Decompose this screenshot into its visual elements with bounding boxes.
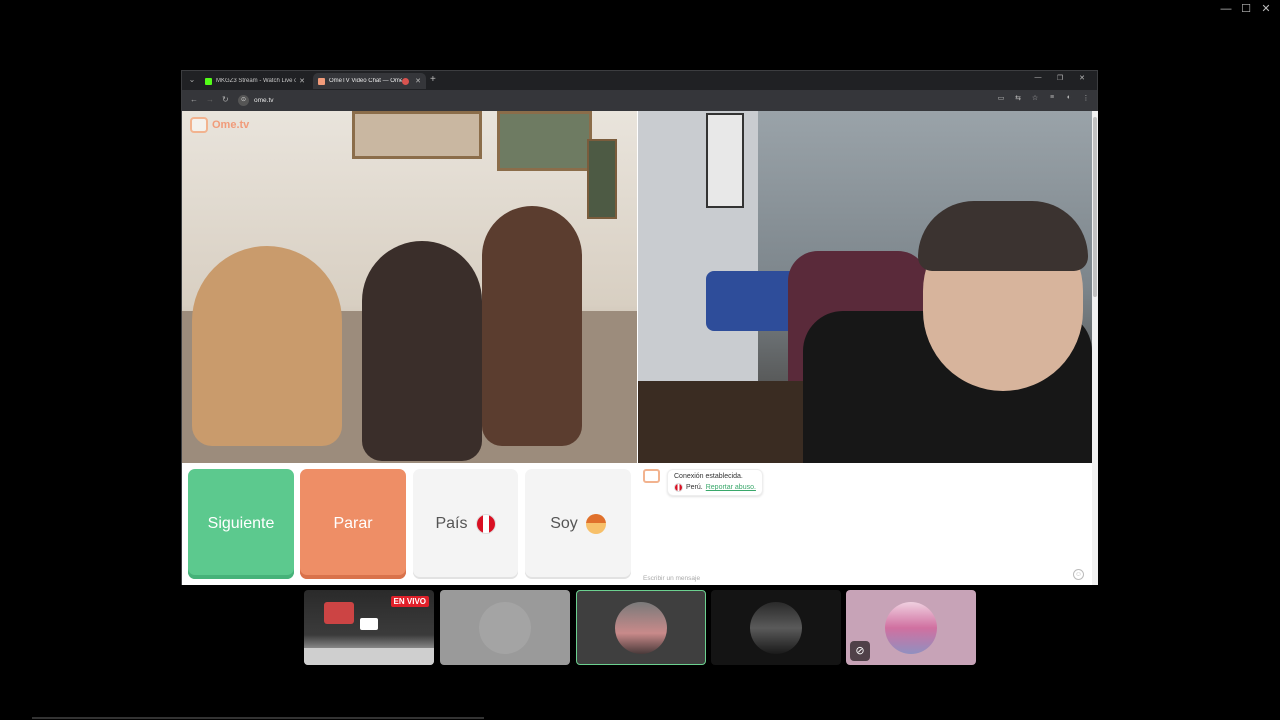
forward-icon[interactable]: → xyxy=(206,95,214,104)
country-button[interactable]: País xyxy=(413,469,518,579)
profile-icon[interactable]: ◐ xyxy=(1064,94,1074,102)
local-video xyxy=(638,111,1092,463)
taskbar-indicator xyxy=(32,717,484,719)
chat-panel: Conexión establecida. Perú. Reportar abu… xyxy=(638,463,1092,585)
preview-content xyxy=(324,602,354,624)
participant-tile[interactable] xyxy=(440,590,570,665)
minimize-icon[interactable]: — xyxy=(1216,2,1236,16)
bookmark-star-icon[interactable]: ☆ xyxy=(1030,94,1040,102)
page-scrollbar[interactable] xyxy=(1092,111,1098,585)
stream-preview-tile[interactable]: EN VIVO xyxy=(304,590,434,665)
ometv-logo: Ome.tv xyxy=(190,117,249,133)
connection-status: Conexión establecida. xyxy=(674,473,743,480)
participant-tile-active[interactable] xyxy=(576,590,706,665)
participant-tile[interactable]: ⊘ xyxy=(846,590,976,665)
browser-toolbar: ← → ↻ ⊙ ome.tv ▭ ⇆ ☆ ≡ ◐ ⋮ xyxy=(182,90,1097,111)
scrollbar-thumb[interactable] xyxy=(1093,117,1097,297)
wall-frame xyxy=(706,113,744,208)
menu-icon[interactable]: ⋮ xyxy=(1081,94,1091,102)
report-abuse-link[interactable]: Reportar abuso. xyxy=(706,484,756,491)
boy-emoji-icon xyxy=(585,514,606,534)
next-button-label: Siguiente xyxy=(207,515,275,532)
next-button[interactable]: Siguiente xyxy=(188,469,294,579)
translate-icon[interactable]: ⇆ xyxy=(1013,94,1023,102)
gender-button-label: Soy xyxy=(550,515,578,532)
live-badge: EN VIVO xyxy=(390,596,429,607)
tab-title: MKGZ3 Stream - Watch Live on xyxy=(216,78,297,84)
tab-title: OmeTV Video Chat — Ome xyxy=(329,78,403,84)
person xyxy=(192,246,342,446)
avatar xyxy=(750,601,802,654)
toolbar-actions: ▭ ⇆ ☆ ≡ ◐ ⋮ xyxy=(996,94,1091,102)
url-text: ome.tv xyxy=(254,96,274,104)
remote-video: Ome.tv xyxy=(182,111,637,463)
back-icon[interactable]: ← xyxy=(190,95,198,104)
ometv-favicon-icon xyxy=(318,77,325,85)
wall-frame xyxy=(352,111,482,159)
avatar xyxy=(615,601,667,654)
browser-window-controls: — ❐ ✕ xyxy=(1027,74,1093,82)
tab-ometv[interactable]: OmeTV Video Chat — Ome ✕ xyxy=(313,73,426,89)
tab-search-icon[interactable]: ⌄ xyxy=(186,74,198,86)
country-button-label: País xyxy=(435,515,468,532)
page-content: Ome.tv Siguiente Parar País Soy Conexión… xyxy=(182,111,1092,585)
muted-mic-icon: ⊘ xyxy=(850,641,870,661)
tab-kick[interactable]: MKGZ3 Stream - Watch Live on ✕ xyxy=(200,73,310,89)
os-window-controls: — ☐ ✕ xyxy=(1216,2,1276,16)
cast-icon[interactable]: ▭ xyxy=(996,94,1006,102)
tv-logo-icon xyxy=(643,469,660,483)
close-tab-icon[interactable]: ✕ xyxy=(299,77,305,85)
close-tab-icon[interactable]: ✕ xyxy=(415,77,421,85)
browser-window: ⌄ MKGZ3 Stream - Watch Live on ✕ OmeTV V… xyxy=(181,70,1098,585)
emoji-icon[interactable]: ☺ xyxy=(1073,569,1084,580)
preview-content xyxy=(304,648,434,665)
peru-flag-icon xyxy=(475,514,496,534)
recording-icon xyxy=(402,77,410,85)
message-input[interactable]: Escribir un mensaje xyxy=(643,575,700,582)
wall-frame xyxy=(587,139,617,219)
close-icon[interactable]: ✕ xyxy=(1071,74,1093,82)
person-hair xyxy=(918,201,1088,271)
person xyxy=(482,206,582,446)
system-message: Conexión establecida. Perú. Reportar abu… xyxy=(667,469,763,496)
site-info-icon[interactable]: ⊙ xyxy=(238,94,249,106)
control-panel: Siguiente Parar País Soy xyxy=(182,463,637,585)
restore-icon[interactable]: ❐ xyxy=(1049,74,1071,82)
reload-icon[interactable]: ↻ xyxy=(222,95,229,104)
avatar xyxy=(479,601,531,654)
stop-button[interactable]: Parar xyxy=(300,469,406,579)
person xyxy=(362,241,482,461)
tv-logo-icon xyxy=(190,117,208,133)
minimize-icon[interactable]: — xyxy=(1027,74,1049,82)
avatar xyxy=(885,601,937,654)
stop-button-label: Parar xyxy=(333,515,373,532)
close-icon[interactable]: ✕ xyxy=(1256,2,1276,16)
participant-tile[interactable] xyxy=(711,590,841,665)
media-icon[interactable]: ≡ xyxy=(1047,94,1057,102)
gender-button[interactable]: Soy xyxy=(525,469,631,579)
logo-text: Ome.tv xyxy=(212,119,250,131)
wall-frame xyxy=(497,111,592,171)
maximize-icon[interactable]: ☐ xyxy=(1236,2,1256,16)
message-icon xyxy=(360,618,378,630)
country-name: Perú. xyxy=(686,484,703,491)
peru-flag-icon xyxy=(674,483,683,492)
address-bar[interactable]: ⊙ ome.tv xyxy=(238,93,1018,107)
new-tab-icon[interactable]: + xyxy=(430,74,436,85)
kick-favicon-icon xyxy=(205,77,212,85)
tab-bar: ⌄ MKGZ3 Stream - Watch Live on ✕ OmeTV V… xyxy=(182,71,1097,90)
